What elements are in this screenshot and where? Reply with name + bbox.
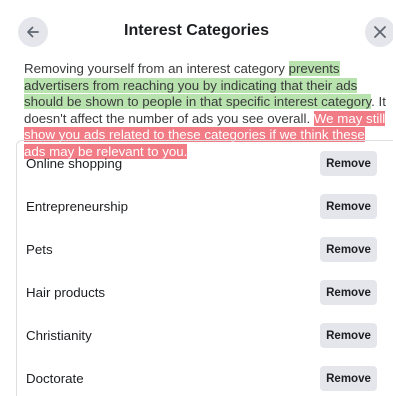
remove-button[interactable]: Remove <box>320 151 377 176</box>
category-label: Pets <box>26 242 53 257</box>
list-item: Online shopping Remove <box>17 141 393 184</box>
remove-button[interactable]: Remove <box>320 366 377 391</box>
description-part-1: Removing yourself from an interest categ… <box>24 61 289 76</box>
close-icon <box>373 25 387 39</box>
remove-button[interactable]: Remove <box>320 237 377 262</box>
category-label: Doctorate <box>26 371 84 386</box>
page-title: Interest Categories <box>124 22 269 39</box>
close-button[interactable] <box>365 17 393 47</box>
list-item: Hair products Remove <box>17 270 393 313</box>
list-item: Christianity Remove <box>17 313 393 356</box>
list-item: Doctorate Remove <box>17 356 393 396</box>
interest-categories-dialog: Interest Categories Removing yourself fr… <box>0 0 393 396</box>
remove-button[interactable]: Remove <box>320 280 377 305</box>
dialog-header: Interest Categories <box>0 0 393 56</box>
category-label: Entrepreneurship <box>26 199 129 214</box>
category-label: Online shopping <box>26 156 123 171</box>
list-item: Entrepreneurship Remove <box>17 184 393 227</box>
remove-button[interactable]: Remove <box>320 194 377 219</box>
category-label: Christianity <box>26 328 92 343</box>
remove-button[interactable]: Remove <box>320 323 377 348</box>
category-list: Online shopping Remove Entrepreneurship … <box>16 140 393 396</box>
list-item: Pets Remove <box>17 227 393 270</box>
category-label: Hair products <box>26 285 106 300</box>
